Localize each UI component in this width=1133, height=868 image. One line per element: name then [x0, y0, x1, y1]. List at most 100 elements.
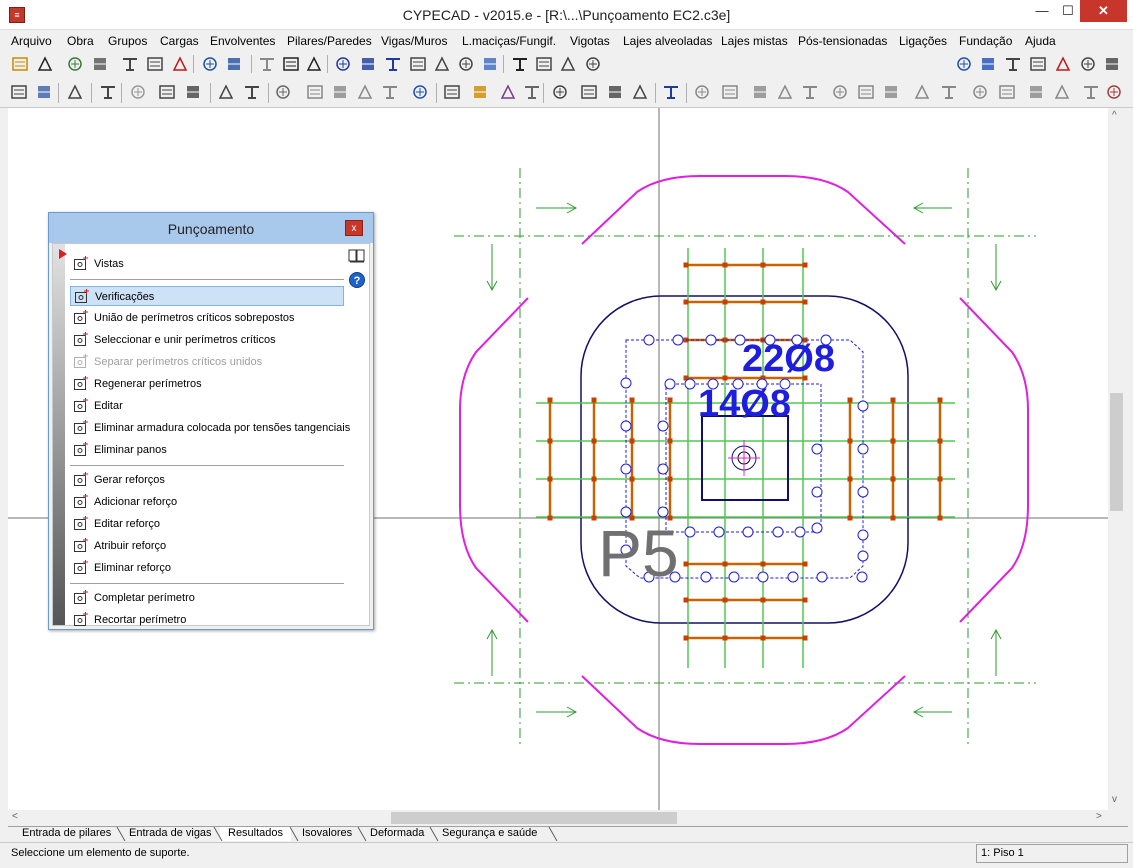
help-icon[interactable]: ?: [348, 271, 366, 289]
tab-entrada-de-vigas[interactable]: Entrada de vigas: [121, 827, 220, 841]
zoom-in-icon[interactable]: [359, 55, 377, 73]
toolbar-tool-40-icon[interactable]: [1105, 83, 1123, 101]
punching-panel[interactable]: Punçoamento x Vistas Verificações União de…: [48, 212, 374, 630]
menu-ligacoes[interactable]: Ligações: [899, 34, 947, 48]
calc-icon[interactable]: [146, 55, 164, 73]
toolbar-tool-24-icon[interactable]: [662, 83, 680, 101]
menu-pilares-paredes[interactable]: Pilares/Paredes: [287, 34, 372, 48]
menu-fundacao[interactable]: Fundação: [959, 34, 1012, 48]
toolbar-tool-21-icon[interactable]: [580, 83, 598, 101]
toolbar-tool-39-icon[interactable]: [1082, 83, 1100, 101]
tab-entrada-de-pilares[interactable]: Entrada de pilares: [14, 827, 119, 841]
scroll-down-arrow[interactable]: v: [1112, 794, 1117, 805]
panel-item-generate-reinforcement[interactable]: Gerar reforços: [70, 470, 344, 490]
updown-icon[interactable]: [282, 55, 300, 73]
toolbar-tool-14-icon[interactable]: [381, 83, 399, 101]
zoom-window-icon[interactable]: [384, 55, 402, 73]
pan-icon[interactable]: [457, 55, 475, 73]
toolbar-tool-25-icon[interactable]: [693, 83, 711, 101]
tab-resultados[interactable]: Resultados: [220, 827, 292, 841]
panel-item-assign-reinforcement[interactable]: Atribuir reforço: [70, 536, 344, 556]
toolbar-tool-36-icon[interactable]: [998, 83, 1016, 101]
toolbar-tool-33-icon[interactable]: [913, 83, 931, 101]
toolbar-tool-32-icon[interactable]: [882, 83, 900, 101]
tools-icon[interactable]: [66, 55, 84, 73]
zoom-icon[interactable]: [433, 55, 451, 73]
toolbar-tool-12-icon[interactable]: [331, 83, 349, 101]
vertical-scroll-thumb[interactable]: [1110, 393, 1123, 511]
draw-icon[interactable]: [409, 55, 427, 73]
redo-icon[interactable]: [225, 55, 243, 73]
panel-close-button[interactable]: x: [345, 220, 363, 236]
toolbar-tool-28-icon[interactable]: [776, 83, 794, 101]
toolbar-tool-16-icon[interactable]: [443, 83, 461, 101]
toolbar-tool-1-icon[interactable]: [10, 83, 28, 101]
scroll-right-arrow[interactable]: >: [1096, 811, 1102, 822]
open-icon[interactable]: [11, 55, 29, 73]
panel-item-complete-perimeter[interactable]: Completar perímetro: [70, 588, 344, 608]
panel-item-trim-perimeter[interactable]: Recortar perímetro: [70, 610, 344, 630]
web-icon[interactable]: [979, 55, 997, 73]
wizard-icon[interactable]: [91, 55, 109, 73]
menu-ajuda[interactable]: Ajuda: [1025, 34, 1056, 48]
panel-item-split-perimeters[interactable]: Separar perímetros críticos unidos: [70, 352, 344, 372]
panel-item-delete-panels[interactable]: Eliminar panos: [70, 440, 344, 460]
toolbar-tool-31-icon[interactable]: [857, 83, 875, 101]
toolbar-tool-37-icon[interactable]: [1027, 83, 1045, 101]
toolbar-tool-9-icon[interactable]: [243, 83, 261, 101]
panel-item-views[interactable]: Vistas: [70, 254, 344, 274]
print-icon[interactable]: [1004, 55, 1022, 73]
panel-item-delete-reinforcement[interactable]: Eliminar armadura colocada por tensões t…: [70, 418, 350, 438]
toolbar-tool-18-icon[interactable]: [499, 83, 517, 101]
toolbar-tool-26-icon[interactable]: [721, 83, 739, 101]
select-icon[interactable]: [559, 55, 577, 73]
toolbar-tool-2-icon[interactable]: [35, 83, 53, 101]
toolbar-tool-38-icon[interactable]: [1053, 83, 1071, 101]
menu-vigas-muros[interactable]: Vigas/Muros: [381, 34, 447, 48]
toolbar-tool-13-icon[interactable]: [356, 83, 374, 101]
toolbar-tool-19-icon[interactable]: [523, 83, 541, 101]
toolbar-tool-27-icon[interactable]: [751, 83, 769, 101]
toolbar-tool-35-icon[interactable]: [971, 83, 989, 101]
pointer-icon[interactable]: [334, 55, 352, 73]
toolbar-tool-34-icon[interactable]: [940, 83, 958, 101]
toolbar-tool-29-icon[interactable]: [801, 83, 819, 101]
toolbar-tool-4-icon[interactable]: [99, 83, 117, 101]
panel-item-select-merge[interactable]: Seleccionar e unir perímetros críticos: [70, 330, 344, 350]
help-circle-icon[interactable]: [955, 55, 973, 73]
minimize-button[interactable]: —: [1028, 0, 1056, 22]
toolbar-tool-22-icon[interactable]: [606, 83, 624, 101]
menu-envolventes[interactable]: Envolventes: [210, 34, 275, 48]
toolbar-tool-8-icon[interactable]: [217, 83, 235, 101]
toolbar-tool-11-icon[interactable]: [306, 83, 324, 101]
toolbar-tool-5-icon[interactable]: [129, 83, 147, 101]
menu-lmacicas-fungif[interactable]: L.maciças/Fungif.: [462, 34, 556, 48]
panel-item-remove-reinforcement[interactable]: Eliminar reforço: [70, 558, 344, 578]
menu-arquivo[interactable]: Arquivo: [11, 34, 52, 48]
menu-obra[interactable]: Obra: [67, 34, 94, 48]
book-icon[interactable]: [348, 248, 366, 264]
toolbar-tool-10-icon[interactable]: [274, 83, 292, 101]
toolbar-tool-6-icon[interactable]: [158, 83, 176, 101]
tab-isovalores[interactable]: Isovalores: [294, 827, 360, 841]
panel-item-regenerate[interactable]: Regenerar perímetros: [70, 374, 344, 394]
save-icon[interactable]: [36, 55, 54, 73]
scroll-up-arrow[interactable]: ^: [1112, 110, 1117, 121]
panel-item-edit-reinforcement[interactable]: Editar reforço: [70, 514, 344, 534]
menu-pos-tensionadas[interactable]: Pós-tensionadas: [798, 34, 887, 48]
tab-seguranca-e-saude[interactable]: Segurança e saúde: [434, 827, 545, 841]
horizontal-scroll-thumb[interactable]: [391, 812, 677, 824]
refresh-icon[interactable]: [481, 55, 499, 73]
panel-item-edit[interactable]: Editar: [70, 396, 344, 416]
scroll-left-arrow[interactable]: <: [12, 811, 18, 822]
toolbar-tool-23-icon[interactable]: [631, 83, 649, 101]
translate-icon[interactable]: [1079, 55, 1097, 73]
grid-icon[interactable]: [121, 55, 139, 73]
expand-arrow-icon[interactable]: [58, 248, 68, 260]
monitor-icon[interactable]: [1103, 55, 1121, 73]
toolbar-tool-20-icon[interactable]: [551, 83, 569, 101]
menu-vigotas[interactable]: Vigotas: [570, 34, 610, 48]
maximize-button[interactable]: ☐: [1056, 0, 1080, 22]
menu-lajes-mistas[interactable]: Lajes mistas: [721, 34, 788, 48]
undo-icon[interactable]: [201, 55, 219, 73]
